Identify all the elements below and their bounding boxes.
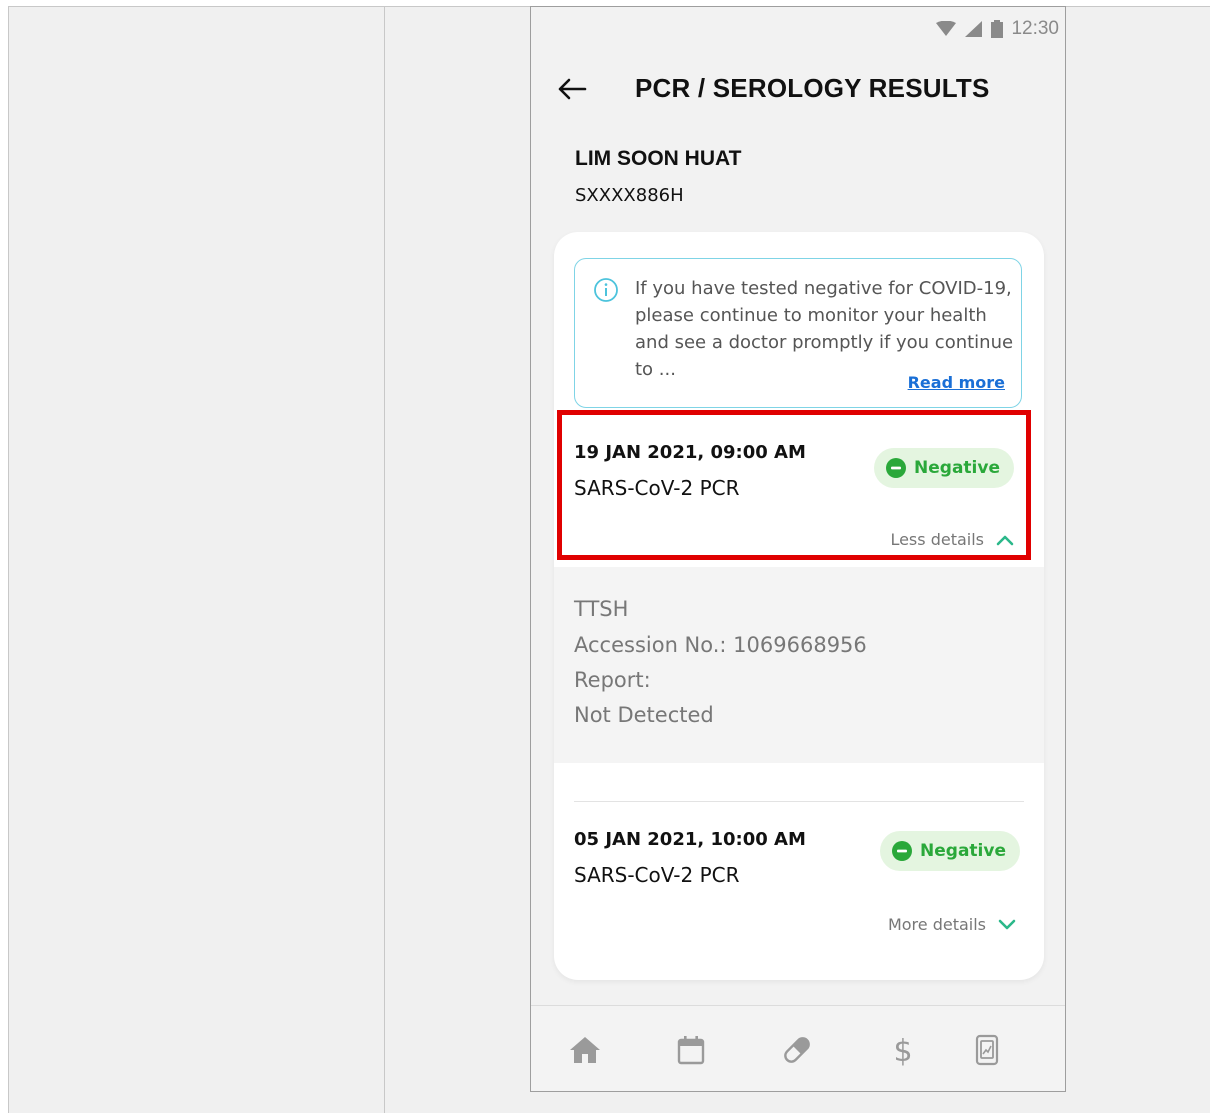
status-badge: Negative bbox=[874, 448, 1014, 488]
patient-name: LIM SOON HUAT bbox=[575, 147, 742, 170]
status-badge: Negative bbox=[880, 831, 1020, 871]
minus-circle-icon bbox=[886, 458, 907, 478]
less-details-toggle[interactable]: Less details bbox=[890, 530, 1014, 549]
patient-id: SXXXX886H bbox=[575, 185, 684, 206]
back-arrow-icon[interactable] bbox=[555, 72, 589, 106]
signal-icon bbox=[965, 21, 983, 37]
results-card: If you have tested negative for COVID-19… bbox=[554, 232, 1044, 980]
nav-home[interactable] bbox=[565, 1030, 605, 1070]
phone-screen: 12:30 PCR / SEROLOGY RESULTS LIM SOON HU… bbox=[530, 6, 1066, 1092]
svg-text:$: $ bbox=[893, 1034, 912, 1067]
result-test-name: SARS-CoV-2 PCR bbox=[574, 863, 740, 887]
status-time: 12:30 bbox=[1011, 18, 1059, 39]
toggle-label: Less details bbox=[890, 530, 984, 549]
result-divider bbox=[574, 801, 1024, 802]
result-datetime: 19 JAN 2021, 09:00 AM bbox=[574, 442, 806, 463]
nav-health-reports[interactable] bbox=[967, 1030, 1007, 1070]
status-badge-label: Negative bbox=[920, 841, 1006, 861]
pill-icon bbox=[784, 1037, 810, 1063]
result-item[interactable]: 05 JAN 2021, 10:00 AM SARS-CoV-2 PCR Neg… bbox=[554, 807, 1044, 957]
accession-number: Accession No.: 1069668956 bbox=[574, 633, 867, 657]
report-icon bbox=[975, 1034, 999, 1066]
toggle-label: More details bbox=[887, 915, 986, 934]
result-details-panel: TTSH Accession No.: 1069668956 Report: N… bbox=[554, 567, 1044, 763]
dollar-icon: $ bbox=[893, 1034, 912, 1067]
left-panel bbox=[8, 6, 385, 1113]
calendar-icon bbox=[677, 1036, 705, 1065]
nav-payments[interactable]: $ bbox=[883, 1030, 923, 1070]
app-header: PCR / SEROLOGY RESULTS bbox=[531, 57, 1065, 121]
page-title: PCR / SEROLOGY RESULTS bbox=[635, 73, 990, 103]
info-notice: If you have tested negative for COVID-19… bbox=[574, 258, 1022, 408]
minus-circle-icon bbox=[892, 841, 913, 861]
lab-name: TTSH bbox=[574, 597, 629, 621]
result-item[interactable]: 19 JAN 2021, 09:00 AM SARS-CoV-2 PCR Neg… bbox=[554, 420, 1044, 567]
more-details-toggle[interactable]: More details bbox=[888, 915, 1016, 934]
nav-appointments[interactable] bbox=[671, 1030, 711, 1070]
status-bar: 12:30 bbox=[935, 17, 1059, 41]
chevron-up-icon bbox=[996, 535, 1014, 545]
result-datetime: 05 JAN 2021, 10:00 AM bbox=[574, 829, 806, 850]
chevron-down-icon bbox=[998, 919, 1016, 929]
status-badge-label: Negative bbox=[914, 458, 1000, 478]
read-more-link[interactable]: Read more bbox=[908, 373, 1005, 392]
info-text: If you have tested negative for COVID-19… bbox=[635, 278, 1014, 380]
wifi-icon bbox=[936, 21, 957, 36]
nav-medications[interactable] bbox=[777, 1030, 817, 1070]
battery-icon bbox=[991, 20, 1004, 38]
home-icon bbox=[570, 1037, 600, 1063]
report-label: Report: bbox=[574, 668, 651, 692]
report-value: Not Detected bbox=[574, 703, 714, 727]
info-icon bbox=[594, 278, 618, 302]
result-test-name: SARS-CoV-2 PCR bbox=[574, 476, 740, 500]
bottom-nav: $ bbox=[531, 1005, 1065, 1091]
